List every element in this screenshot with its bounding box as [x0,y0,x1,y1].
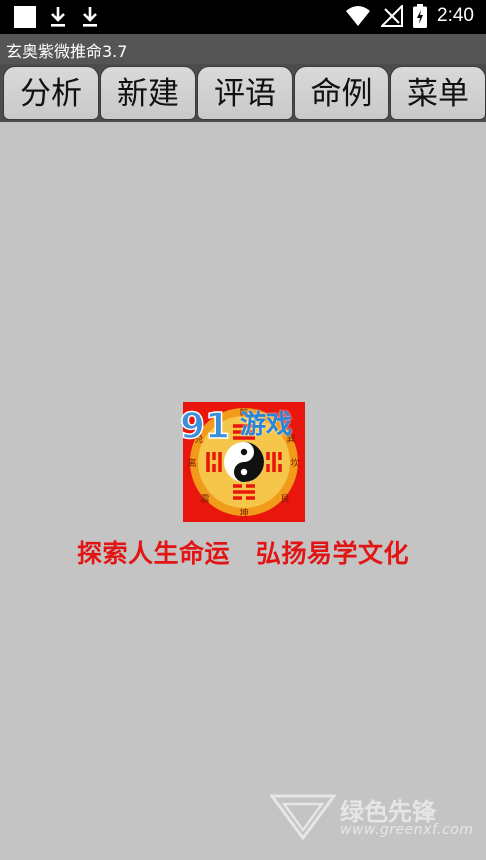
bagua-label: 坤 [239,507,248,519]
app-title: 玄奥紫微推命3.7 [6,42,128,61]
status-bar: 2:40 [0,0,486,34]
tab-analysis[interactable]: 分析 [3,66,99,120]
greenxf-logo-icon [270,794,336,840]
notification-square-icon [14,6,36,28]
bagua-label: 震 [200,494,209,505]
bagua-label: 坎 [290,457,299,469]
app-title-bar: 玄奥紫微推命3.7 [0,34,486,64]
bagua-label: 离 [187,457,196,469]
bagua-label: 艮 [280,494,289,505]
watermark-91-icon: 91 [179,405,231,448]
signal-icon [381,5,404,27]
tab-new[interactable]: 新建 [100,66,196,120]
tab-cases[interactable]: 命例 [294,66,389,120]
svg-text:91: 91 [180,406,230,447]
slogan-right: 弘扬易学文化 [256,539,410,568]
watermark-url: www.greenxf.com [340,822,474,838]
slogan-left: 探索人生命运 [76,539,230,568]
logo-watermark-text: 游戏 [240,410,293,440]
tab-bar: 分析 新建 评语 命例 菜单 [0,64,486,122]
download-icon [83,7,97,27]
download-icon [51,7,65,27]
slogan: 探索人生命运 弘扬易学文化 [0,534,486,570]
battery-icon [413,4,428,28]
tab-comments[interactable]: 评语 [197,66,293,120]
wifi-icon [346,6,371,26]
tab-menu[interactable]: 菜单 [390,66,486,120]
status-time: 2:40 [437,5,474,26]
